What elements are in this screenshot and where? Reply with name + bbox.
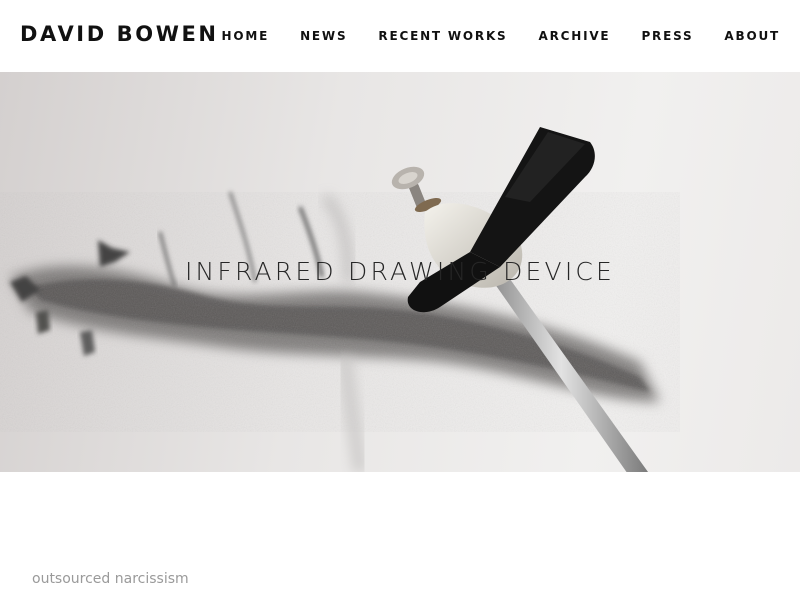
nav-item-news[interactable]: NEWS [300,29,347,43]
site-logo[interactable]: DAVID BOWEN [20,22,219,46]
main-nav: HOME NEWS RECENT WORKS ARCHIVE PRESS ABO… [222,29,781,43]
nav-item-about[interactable]: ABOUT [724,29,780,43]
nav-item-recent-works[interactable]: RECENT WORKS [378,29,507,43]
nav-item-home[interactable]: HOME [222,29,270,43]
site-header: DAVID BOWEN HOME NEWS RECENT WORKS ARCHI… [0,0,800,72]
hero-title[interactable]: INFRARED DRAWING DEVICE [0,257,800,286]
nav-item-press[interactable]: PRESS [641,29,693,43]
nav-item-archive[interactable]: ARCHIVE [539,29,611,43]
hero-banner[interactable]: INFRARED DRAWING DEVICE [0,72,800,472]
project-subtitle[interactable]: outsourced narcissism [32,571,189,587]
